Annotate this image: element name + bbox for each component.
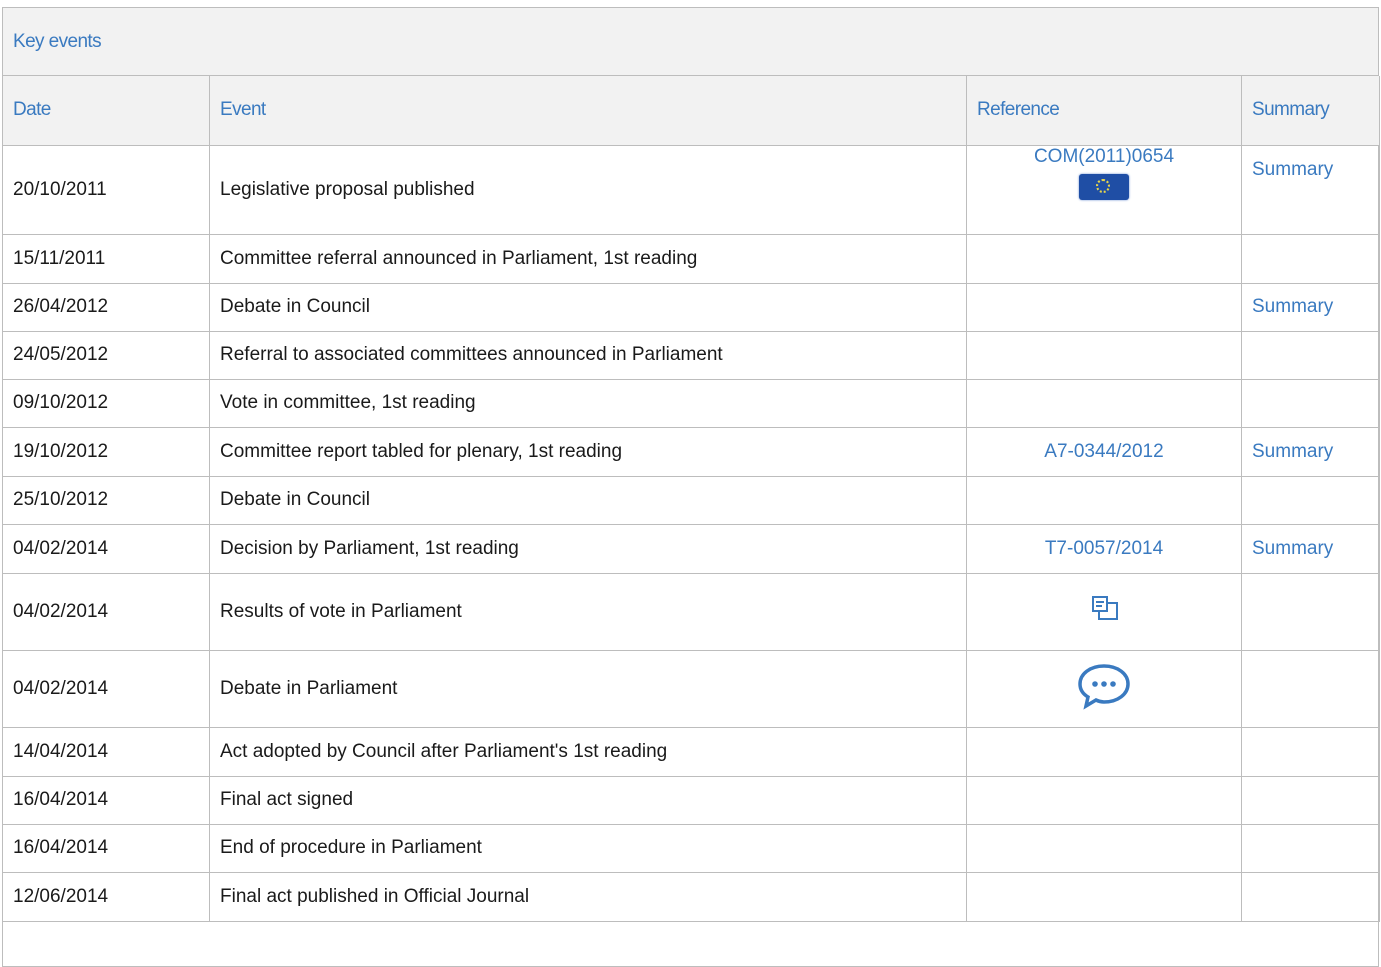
table-row: 24/05/2012 Referral to associated commit… bbox=[2, 330, 1380, 380]
table-row: 12/06/2014 Final act published in Offici… bbox=[2, 871, 1380, 922]
date-cell: 14/04/2014 bbox=[2, 726, 210, 777]
date-cell: 25/10/2012 bbox=[2, 475, 210, 525]
date-cell: 04/02/2014 bbox=[2, 572, 210, 651]
reference-cell bbox=[966, 233, 1242, 284]
date-cell: 19/10/2012 bbox=[2, 426, 210, 477]
summary-cell bbox=[1241, 726, 1380, 777]
summary-link[interactable]: Summary bbox=[1252, 441, 1333, 462]
table-row: 09/10/2012 Vote in committee, 1st readin… bbox=[2, 378, 1380, 428]
event-cell: Debate in Council bbox=[209, 282, 967, 332]
table-row: 20/10/2011 Legislative proposal publishe… bbox=[2, 144, 1380, 235]
reference-cell bbox=[966, 475, 1242, 525]
summary-link[interactable]: Summary bbox=[1252, 159, 1333, 180]
reference-cell bbox=[966, 726, 1242, 777]
table-row: 04/02/2014 Decision by Parliament, 1st r… bbox=[2, 523, 1380, 574]
reference-cell bbox=[966, 823, 1242, 873]
table-row: 16/04/2014 End of procedure in Parliamen… bbox=[2, 823, 1380, 873]
reference-cell bbox=[966, 775, 1242, 825]
date-cell: 15/11/2011 bbox=[2, 233, 210, 284]
summary-cell: Summary bbox=[1241, 144, 1380, 235]
panel-title: Key events bbox=[3, 8, 1378, 76]
table-row: 25/10/2012 Debate in Council bbox=[2, 475, 1380, 525]
reference-cell bbox=[966, 649, 1242, 728]
event-cell: Final act published in Official Journal bbox=[209, 871, 967, 922]
summary-cell bbox=[1241, 475, 1380, 525]
reference-cell bbox=[966, 871, 1242, 922]
debate-speech-bubble-icon[interactable] bbox=[1076, 662, 1132, 716]
event-cell: Final act signed bbox=[209, 775, 967, 825]
event-cell: Debate in Parliament bbox=[209, 649, 967, 728]
summary-cell: Summary bbox=[1241, 282, 1380, 332]
summary-cell bbox=[1241, 330, 1380, 380]
event-cell: Results of vote in Parliament bbox=[209, 572, 967, 651]
reference-link[interactable]: A7-0344/2012 bbox=[1044, 441, 1163, 462]
column-header-date[interactable]: Date bbox=[2, 76, 210, 146]
table-row: 14/04/2014 Act adopted by Council after … bbox=[2, 726, 1380, 777]
key-events-table: Date Event Reference Summary 20/10/2011 … bbox=[2, 76, 1380, 922]
date-cell: 16/04/2014 bbox=[2, 775, 210, 825]
table-row: 16/04/2014 Final act signed bbox=[2, 775, 1380, 825]
table-header-row: Date Event Reference Summary bbox=[2, 76, 1380, 146]
reference-cell bbox=[966, 330, 1242, 380]
table-row: 04/02/2014 Results of vote in Parliament bbox=[2, 572, 1380, 651]
reference-cell bbox=[966, 282, 1242, 332]
date-cell: 16/04/2014 bbox=[2, 823, 210, 873]
reference-cell: T7-0057/2014 bbox=[966, 523, 1242, 574]
eu-flag-icon[interactable] bbox=[1079, 173, 1129, 200]
summary-cell bbox=[1241, 823, 1380, 873]
event-cell: Vote in committee, 1st reading bbox=[209, 378, 967, 428]
table-row: 26/04/2012 Debate in Council Summary bbox=[2, 282, 1380, 332]
summary-cell bbox=[1241, 775, 1380, 825]
reference-cell: COM(2011)0654 bbox=[966, 144, 1242, 235]
date-cell: 04/02/2014 bbox=[2, 523, 210, 574]
summary-cell bbox=[1241, 649, 1380, 728]
summary-cell: Summary bbox=[1241, 426, 1380, 477]
event-cell: Committee report tabled for plenary, 1st… bbox=[209, 426, 967, 477]
summary-cell bbox=[1241, 233, 1380, 284]
event-cell: End of procedure in Parliament bbox=[209, 823, 967, 873]
column-header-summary[interactable]: Summary bbox=[1241, 76, 1380, 146]
vote-results-icon[interactable] bbox=[1087, 593, 1121, 631]
date-cell: 09/10/2012 bbox=[2, 378, 210, 428]
summary-cell: Summary bbox=[1241, 523, 1380, 574]
reference-cell bbox=[966, 572, 1242, 651]
summary-link[interactable]: Summary bbox=[1252, 538, 1333, 559]
date-cell: 12/06/2014 bbox=[2, 871, 210, 922]
event-cell: Legislative proposal published bbox=[209, 144, 967, 235]
event-cell: Decision by Parliament, 1st reading bbox=[209, 523, 967, 574]
date-cell: 26/04/2012 bbox=[2, 282, 210, 332]
reference-link[interactable]: T7-0057/2014 bbox=[1045, 538, 1163, 559]
key-events-panel: Key events Date Event Reference Summary … bbox=[2, 7, 1380, 967]
reference-cell: A7-0344/2012 bbox=[966, 426, 1242, 477]
summary-cell bbox=[1241, 871, 1380, 922]
summary-link[interactable]: Summary bbox=[1252, 296, 1333, 317]
table-row: 15/11/2011 Committee referral announced … bbox=[2, 233, 1380, 284]
summary-cell bbox=[1241, 572, 1380, 651]
table-row: 19/10/2012 Committee report tabled for p… bbox=[2, 426, 1380, 477]
column-header-event[interactable]: Event bbox=[209, 76, 967, 146]
event-cell: Debate in Council bbox=[209, 475, 967, 525]
event-cell: Committee referral announced in Parliame… bbox=[209, 233, 967, 284]
event-cell: Act adopted by Council after Parliament'… bbox=[209, 726, 967, 777]
table-row: 04/02/2014 Debate in Parliament bbox=[2, 649, 1380, 728]
reference-link[interactable]: COM(2011)0654 bbox=[1034, 146, 1174, 167]
reference-cell bbox=[966, 378, 1242, 428]
event-cell: Referral to associated committees announ… bbox=[209, 330, 967, 380]
summary-cell bbox=[1241, 378, 1380, 428]
date-cell: 04/02/2014 bbox=[2, 649, 210, 728]
date-cell: 24/05/2012 bbox=[2, 330, 210, 380]
date-cell: 20/10/2011 bbox=[2, 144, 210, 235]
column-header-reference[interactable]: Reference bbox=[966, 76, 1242, 146]
